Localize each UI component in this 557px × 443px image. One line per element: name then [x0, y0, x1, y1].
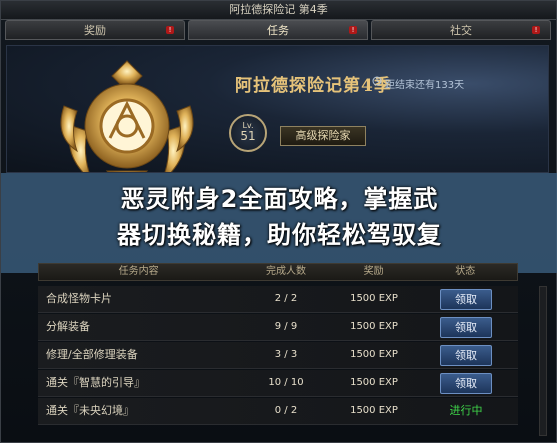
header-status: 状态 [455, 266, 476, 277]
task-name: 合成怪物卡片 [46, 292, 112, 305]
header-reward: 奖励 [363, 266, 384, 277]
table-row: 通关『未央幻境』 0 / 2 1500 EXP 进行中 [38, 398, 518, 425]
task-progress: 10 / 10 [268, 377, 304, 388]
tab-label: 奖励 [84, 24, 106, 37]
overlay-line-2: 器切换秘籍，助你轻松驾驭复 [117, 221, 442, 249]
overlay-line-1: 恶灵附身2全面攻略，掌握武 [120, 185, 439, 213]
quest-list: 合成怪物卡片 2 / 2 1500 EXP 领取 分解装备 9 / 9 1500… [38, 286, 518, 426]
clock-icon [372, 76, 382, 86]
claim-button[interactable]: 领取 [440, 316, 492, 338]
tab-social[interactable]: 社交 ! [371, 20, 551, 40]
table-row: 修理/全部修理装备 3 / 3 1500 EXP 领取 [38, 342, 518, 369]
tab-bar: 奖励 ! 任务 ! 社交 ! [5, 20, 554, 42]
level-badge: Lv. 51 [229, 114, 267, 152]
overlay-headline: 恶灵附身2全面攻略，掌握武 器切换秘籍，助你轻松驾驭复 [1, 181, 557, 253]
season-banner: 阿拉德探险记第4季 距结束还有133天 Lv. 51 高级探险家 [6, 45, 549, 173]
task-reward: 1500 EXP [350, 349, 398, 360]
header-progress: 完成人数 [265, 266, 306, 277]
claim-button[interactable]: 领取 [440, 372, 492, 394]
task-name: 通关『未央幻境』 [46, 404, 134, 417]
task-reward: 1500 EXP [350, 377, 398, 388]
task-progress: 9 / 9 [274, 321, 298, 332]
task-name: 修理/全部修理装备 [46, 348, 138, 361]
in-progress-status: 进行中 [449, 404, 483, 417]
task-progress: 2 / 2 [274, 293, 298, 304]
table-row: 合成怪物卡片 2 / 2 1500 EXP 领取 [38, 286, 518, 313]
tab-label: 任务 [267, 24, 289, 37]
task-reward: 1500 EXP [350, 293, 398, 304]
task-reward: 1500 EXP [350, 321, 398, 332]
exclamation-badge-icon: ! [532, 26, 540, 34]
quest-list-scrollbar[interactable] [539, 286, 547, 436]
table-row: 通关『智慧的引导』 10 / 10 1500 EXP 领取 [38, 370, 518, 397]
claim-button[interactable]: 领取 [440, 288, 492, 310]
task-progress: 0 / 2 [274, 405, 298, 416]
exclamation-badge-icon: ! [349, 26, 357, 34]
task-progress: 3 / 3 [274, 349, 298, 360]
claim-button[interactable]: 领取 [440, 344, 492, 366]
tab-rewards[interactable]: 奖励 ! [5, 20, 185, 40]
quest-window: 阿拉德探险记 第4季 奖励 ! 任务 ! 社交 ! 阿拉德探险记第4季 距结束还… [0, 0, 557, 443]
header-task: 任务内容 [118, 266, 159, 277]
golden-wreath-emblem-icon [60, 60, 194, 172]
task-name: 通关『智慧的引导』 [46, 376, 145, 389]
season-title: 阿拉德探险记第4季 [235, 76, 392, 96]
exclamation-badge-icon: ! [166, 26, 174, 34]
task-reward: 1500 EXP [350, 405, 398, 416]
level-value: 51 [240, 129, 256, 143]
table-row: 分解装备 9 / 9 1500 EXP 领取 [38, 314, 518, 341]
quest-table-header: 任务内容 完成人数 奖励 状态 [38, 263, 518, 281]
season-countdown: 距结束还有133天 [385, 80, 465, 91]
tab-quests[interactable]: 任务 ! [188, 20, 368, 40]
tab-label: 社交 [450, 24, 472, 37]
task-name: 分解装备 [46, 320, 90, 333]
window-title: 阿拉德探险记 第4季 [1, 1, 556, 20]
rank-badge: 高级探险家 [280, 126, 366, 146]
